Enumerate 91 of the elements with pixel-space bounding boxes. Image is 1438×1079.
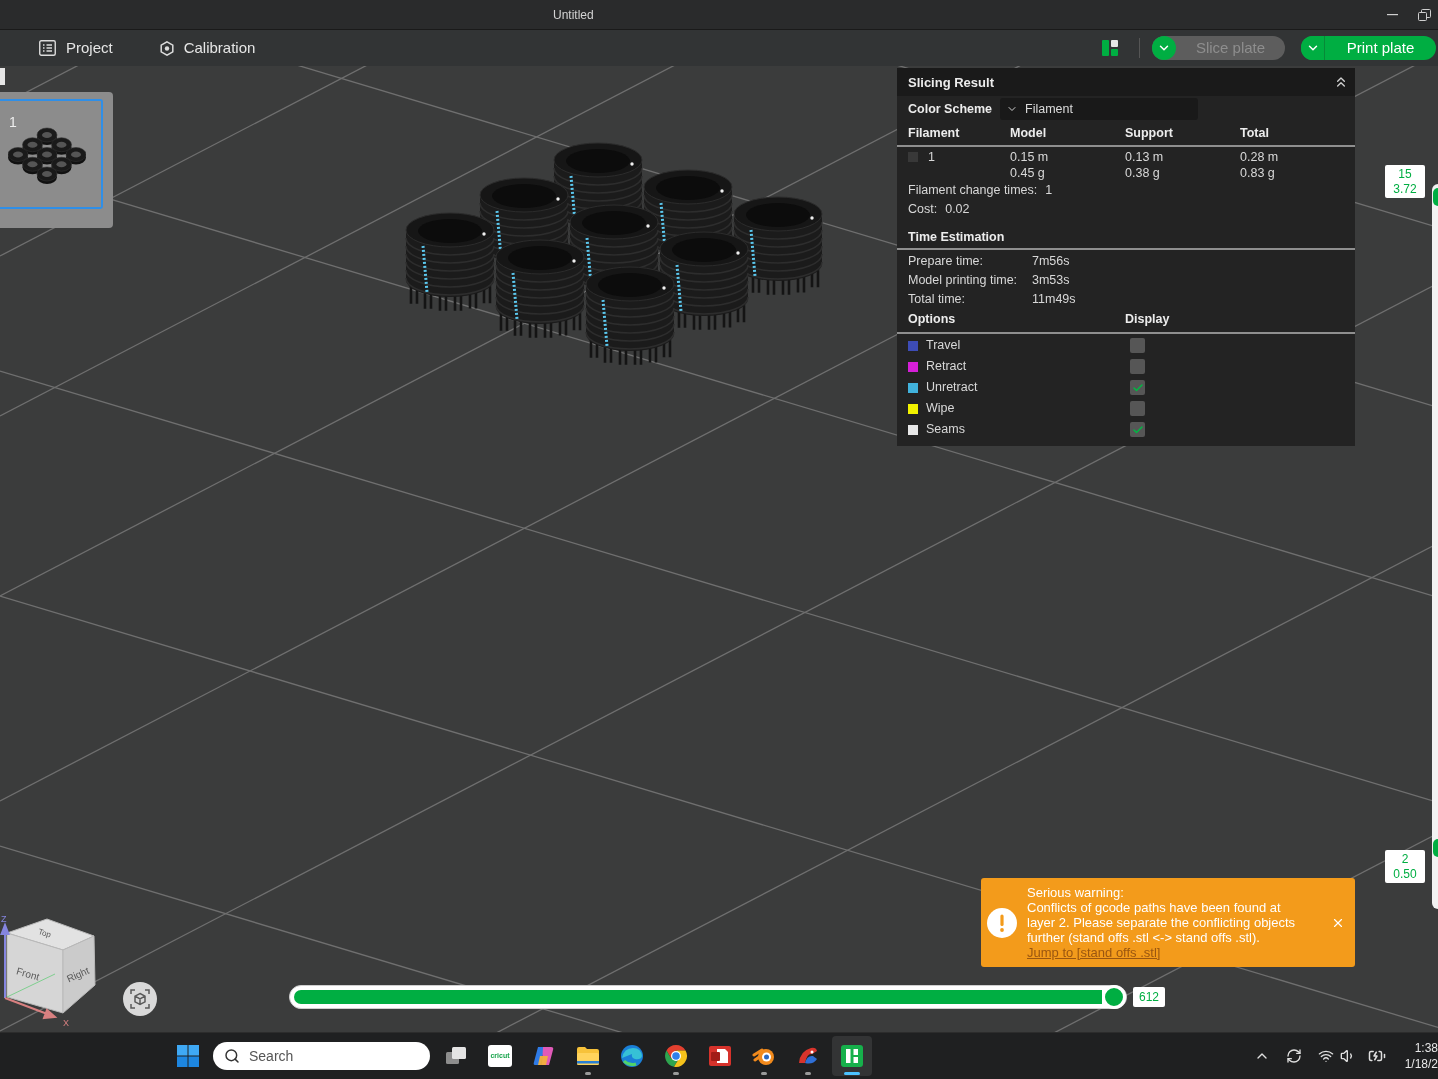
column-header: Filament	[908, 126, 961, 141]
clock-time: 1:38	[1414, 1040, 1438, 1056]
section-title: Time Estimation	[908, 230, 1005, 245]
search-icon	[224, 1048, 240, 1064]
color-scheme-dropdown[interactable]: Filament	[1000, 98, 1198, 120]
wave-circle-icon	[620, 1044, 644, 1068]
table-cell: 0.83 g	[1240, 165, 1275, 181]
column-header: Support	[1125, 126, 1174, 141]
layer-height: 3.72	[1393, 181, 1417, 197]
display-checkbox[interactable]	[1130, 359, 1145, 374]
time-value: 3m53s	[1032, 273, 1071, 288]
restore-icon	[1417, 8, 1431, 21]
warning-icon	[987, 907, 1017, 938]
column-header: Options	[908, 312, 957, 327]
option-label: Wipe	[926, 401, 956, 416]
cube-face-label: Right	[65, 964, 91, 985]
slider-handle[interactable]	[1433, 188, 1438, 206]
print-plate-button[interactable]: Print plate	[1325, 36, 1436, 60]
stat-label: Cost:	[908, 202, 938, 217]
layer-number: 15	[1398, 166, 1412, 182]
app-tile-icon	[841, 1045, 863, 1067]
filament-number: 1	[928, 149, 935, 165]
jump-link[interactable]: Jump to [stand offs .stl]	[1027, 945, 1161, 960]
print-options-button[interactable]	[1301, 36, 1325, 60]
display-checkbox[interactable]	[1130, 422, 1145, 437]
axis-label: X	[63, 1018, 69, 1028]
minimize-icon	[1386, 13, 1398, 16]
check-icon	[1131, 423, 1144, 436]
rings-preview-icon	[8, 126, 86, 186]
option-label: Unretract	[926, 380, 979, 395]
time-value: 7m56s	[1032, 254, 1071, 269]
view-cube[interactable]: Z X Top Front Right	[0, 912, 100, 1030]
window-title: Untitled	[553, 6, 594, 24]
x-axis-arrow	[4, 997, 58, 1019]
clock-date: 1/18/2	[1404, 1056, 1438, 1072]
color-scheme-label: Color Scheme	[908, 101, 994, 117]
stat-value: 0.02	[945, 202, 970, 217]
warning-title: Serious warning:	[1027, 885, 1125, 900]
taskbar-app-button[interactable]	[832, 1036, 872, 1076]
table-cell: 0.38 g	[1125, 165, 1160, 181]
option-label: Seams	[926, 422, 966, 437]
calibration-tab[interactable]: Calibration	[159, 33, 256, 63]
warning-message: Conflicts of gcode paths have been found at layer 2. Please separate the conflicting objects further (stand offs .stl <-> stand offs .stl).	[1027, 900, 1297, 945]
time-value: 11m49s	[1032, 292, 1077, 307]
sync-icon[interactable]	[1286, 1048, 1302, 1064]
table-cell: 0.28 m	[1240, 149, 1279, 165]
document-tile-icon	[708, 1045, 732, 1067]
axis-label: Z	[1, 914, 7, 924]
move-slider-track[interactable]	[289, 985, 1127, 1009]
cube-face-label: Top	[37, 927, 53, 940]
nut-icon	[159, 40, 174, 56]
tricolor-circle-icon	[664, 1044, 688, 1068]
folder-icon	[576, 1046, 600, 1066]
column-header: Display	[1125, 312, 1171, 327]
move-value-label: 612	[1133, 987, 1166, 1007]
project-tab[interactable]: Project	[39, 33, 113, 63]
display-checkbox[interactable]	[1130, 380, 1145, 395]
layer-slider-track[interactable]	[1432, 184, 1438, 909]
option-label: Retract	[926, 359, 968, 374]
column-header: Total	[1240, 126, 1270, 141]
four-squares-icon	[177, 1045, 199, 1067]
stat-value: 1	[1045, 183, 1053, 198]
panel-toggle-tab[interactable]	[0, 68, 5, 85]
fit-view-button[interactable]	[123, 982, 157, 1016]
column-header: Model	[1010, 126, 1048, 141]
table-cell: 0.13 m	[1125, 149, 1164, 165]
wifi-icon[interactable]	[1318, 1048, 1334, 1064]
overlapping-windows-icon	[445, 1046, 467, 1066]
panel-title: Slicing Result	[908, 74, 994, 90]
slider-handle[interactable]	[1433, 839, 1438, 857]
layer-height: 0.50	[1393, 866, 1417, 882]
table-cell: 0.15 m	[1010, 149, 1049, 165]
time-label: Prepare time:	[908, 254, 985, 269]
plate-thumbnail[interactable]: 1	[0, 92, 113, 228]
slice-options-button[interactable]	[1152, 36, 1176, 60]
check-icon	[1131, 381, 1144, 394]
time-label: Total time:	[908, 292, 966, 307]
frame-cube-icon	[130, 989, 150, 1009]
display-checkbox[interactable]	[1130, 338, 1145, 353]
list-icon	[39, 40, 56, 56]
option-label: Travel	[926, 338, 962, 353]
time-label: Model printing time:	[908, 273, 1019, 288]
display-checkbox[interactable]	[1130, 401, 1145, 416]
plate-number: 1	[9, 114, 17, 130]
cube-face-label: Front	[15, 965, 41, 983]
table-cell: 0.45 g	[1010, 165, 1045, 181]
layout-icon[interactable]	[1102, 40, 1118, 56]
layer-number: 2	[1401, 851, 1409, 867]
search-field[interactable]: Search	[213, 1042, 430, 1070]
swirl-icon	[532, 1045, 556, 1067]
stat-label: Filament change times:	[908, 183, 1038, 198]
